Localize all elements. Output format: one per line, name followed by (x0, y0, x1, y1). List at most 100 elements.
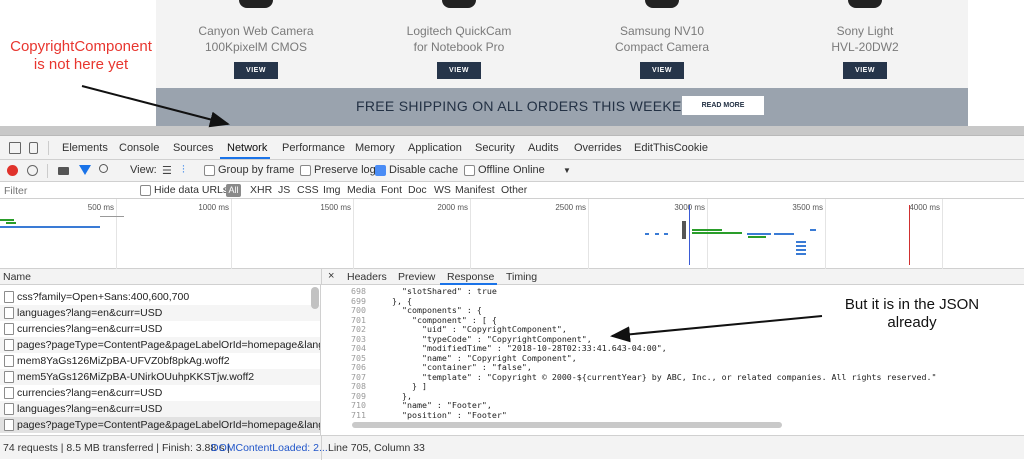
timeline-bar (0, 226, 100, 228)
request-name: languages?lang=en&curr=USD (17, 307, 163, 319)
tab-security[interactable]: Security (475, 142, 515, 154)
active-tab-indicator (220, 157, 270, 159)
type-filter-css[interactable]: CSS (297, 184, 319, 196)
list-item[interactable]: currencies?lang=en&curr=USD (0, 321, 320, 337)
tab-sources[interactable]: Sources (173, 142, 213, 154)
detail-tab-headers[interactable]: Headers (347, 271, 387, 283)
annotation-in-json: But it is in the JSON already (828, 296, 996, 332)
offline-label: Offline (478, 164, 510, 176)
tab-overrides[interactable]: Overrides (574, 142, 622, 154)
line-text: "template" : "Copyright © 2000-${current… (372, 371, 937, 382)
tab-elements[interactable]: Elements (62, 142, 108, 154)
domcontentloaded-text: DOMContentLoaded: 2... (211, 442, 328, 454)
list-item[interactable]: pages?pageType=ContentPage&pageLabelOrId… (0, 337, 320, 353)
type-filter-font[interactable]: Font (381, 184, 402, 196)
chevron-down-icon[interactable]: ▼ (563, 166, 571, 175)
network-timeline-overview[interactable]: 500 ms 1000 ms 1500 ms 2000 ms 2500 ms 3… (0, 199, 1024, 269)
request-summary: 74 requests | 8.5 MB transferred | Finis… (3, 442, 231, 454)
offline-checkbox[interactable] (464, 165, 475, 176)
throttling-select[interactable]: Online (513, 164, 545, 176)
timeline-tick: 3500 ms (792, 203, 823, 212)
type-filter-xhr[interactable]: XHR (250, 184, 272, 196)
type-filter-all[interactable]: All (226, 184, 241, 197)
tab-editthiscookie[interactable]: EditThisCookie (634, 142, 708, 154)
detail-tab-response[interactable]: Response (447, 271, 494, 283)
timeline-bar (692, 232, 742, 234)
product-name: Logitech QuickCam (406, 24, 512, 38)
screenshot-camera-icon[interactable] (58, 167, 69, 175)
tab-performance[interactable]: Performance (282, 142, 345, 154)
request-name: mem5YaGs126MiZpBA-UNirkOUuhpKKSTjw.woff2 (17, 371, 255, 383)
panel-header: Name × Headers Preview Response Timing (0, 269, 1024, 285)
request-name: currencies?lang=en&curr=USD (17, 323, 163, 335)
read-more-button[interactable]: READ MORE (682, 96, 764, 115)
product-card[interactable]: Samsung NV10 Compact Camera VIEW (562, 0, 762, 88)
code-line: 708 } ] (322, 381, 1024, 392)
device-toolbar-icon[interactable] (29, 142, 38, 154)
list-item[interactable]: mem5YaGs126MiZpBA-UNirkOUuhpKKSTjw.woff2 (0, 369, 320, 385)
devtools-splitter[interactable] (0, 126, 1024, 136)
inspect-element-icon[interactable] (9, 142, 21, 154)
detail-tab-preview[interactable]: Preview (398, 271, 435, 283)
name-column-header[interactable]: Name (3, 271, 31, 283)
detail-tab-timing[interactable]: Timing (506, 271, 537, 283)
timeline-tick: 500 ms (87, 203, 114, 212)
clear-icon[interactable] (27, 165, 38, 176)
list-item[interactable]: css?family=Open+Sans:400,600,700 (0, 289, 320, 305)
view-button[interactable]: VIEW (234, 62, 278, 79)
timeline-tick: 4000 ms (909, 203, 940, 212)
divider (48, 141, 49, 155)
hide-data-urls-checkbox[interactable] (140, 185, 151, 196)
overview-icon[interactable]: ⫶ (182, 164, 185, 177)
group-by-frame-checkbox[interactable] (204, 165, 215, 176)
line-text: "position" : "Footer" (372, 409, 507, 420)
close-icon[interactable]: × (328, 270, 334, 282)
annotation-line: already (887, 314, 937, 331)
timeline-bar (810, 229, 816, 231)
product-name: Canyon Web Camera (198, 24, 314, 38)
list-item[interactable]: languages?lang=en&curr=USD (0, 401, 320, 417)
type-filter-js[interactable]: JS (278, 184, 290, 196)
list-item[interactable]: currencies?lang=en&curr=USD (0, 385, 320, 401)
product-card[interactable]: Canyon Web Camera 100KpixelM CMOS VIEW (156, 0, 356, 88)
tab-application[interactable]: Application (408, 142, 462, 154)
request-name: languages?lang=en&curr=USD (17, 403, 163, 415)
timeline-bar (655, 233, 659, 235)
view-button[interactable]: VIEW (843, 62, 887, 79)
tab-memory[interactable]: Memory (355, 142, 395, 154)
shipping-banner: FREE SHIPPING ON ALL ORDERS THIS WEEKEND… (156, 88, 968, 126)
timeline-bar (645, 233, 649, 235)
type-filter-other[interactable]: Other (501, 184, 527, 196)
timeline-tick: 1000 ms (198, 203, 229, 212)
request-name: mem8YaGs126MiZpBA-UFVZ0bf8pkAg.woff2 (17, 355, 230, 367)
hide-data-urls-label: Hide data URLs (154, 184, 229, 196)
list-item[interactable]: mem8YaGs126MiZpBA-UFVZ0bf8pkAg.woff2 (0, 353, 320, 369)
status-bar: 74 requests | 8.5 MB transferred | Finis… (0, 435, 1024, 460)
filter-funnel-icon[interactable] (79, 165, 91, 175)
product-card[interactable]: Logitech QuickCam for Notebook Pro VIEW (359, 0, 559, 88)
search-icon[interactable] (99, 164, 108, 173)
response-horizontal-scrollbar[interactable] (352, 422, 782, 428)
gridline (116, 199, 117, 269)
file-icon (4, 371, 14, 383)
record-icon[interactable] (7, 165, 18, 176)
type-filter-manifest[interactable]: Manifest (455, 184, 495, 196)
view-button[interactable]: VIEW (640, 62, 684, 79)
list-item[interactable]: pages?pageType=ContentPage&pageLabelOrId… (0, 417, 320, 433)
type-filter-media[interactable]: Media (347, 184, 376, 196)
large-rows-icon[interactable]: ☰ (162, 164, 172, 177)
filter-input[interactable] (0, 183, 128, 198)
tab-console[interactable]: Console (119, 142, 159, 154)
disable-cache-checkbox[interactable] (375, 165, 386, 176)
list-item[interactable]: languages?lang=en&curr=USD (0, 305, 320, 321)
tab-network[interactable]: Network (227, 142, 267, 154)
group-by-frame-label: Group by frame (218, 164, 295, 176)
type-filter-doc[interactable]: Doc (408, 184, 427, 196)
preserve-log-checkbox[interactable] (300, 165, 311, 176)
type-filter-img[interactable]: Img (323, 184, 341, 196)
view-button[interactable]: VIEW (437, 62, 481, 79)
product-card[interactable]: Sony Light HVL-20DW2 VIEW (765, 0, 965, 88)
type-filter-ws[interactable]: WS (434, 184, 451, 196)
request-list-scrollbar[interactable] (311, 287, 319, 309)
tab-audits[interactable]: Audits (528, 142, 559, 154)
